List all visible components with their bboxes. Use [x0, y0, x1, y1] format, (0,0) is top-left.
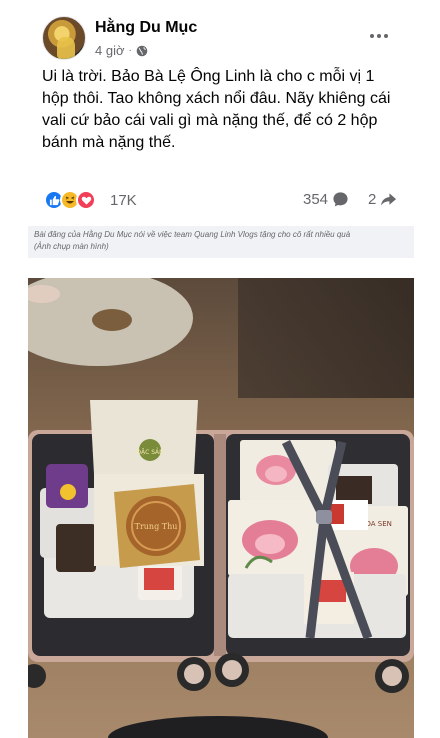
- suitcase-hinge: [214, 434, 226, 656]
- mooncake-text: Trung Thu: [135, 522, 178, 531]
- lotus-inner: [255, 534, 285, 554]
- post-header: Hằng Du Mục 4 giờ ·: [42, 16, 422, 62]
- dot-icon: [370, 34, 374, 38]
- wall-shadow: [238, 278, 414, 398]
- reaction-count[interactable]: 17K: [110, 192, 137, 209]
- comment-count: 354: [303, 191, 329, 208]
- author-avatar[interactable]: [42, 16, 86, 60]
- dot-icon: [377, 34, 381, 38]
- image-caption: Bài đăng của Hằng Du Mục nói về việc tea…: [28, 226, 414, 258]
- wheel-hub: [222, 660, 242, 680]
- lotus-inner: [265, 466, 287, 482]
- red-packet-print: [144, 568, 174, 590]
- comment-icon: [333, 192, 348, 207]
- strap-buckle: [316, 510, 332, 524]
- snack-pack-right: [336, 476, 372, 504]
- suitcase-photo: ĐẶC SẢN Trung Thu HOA SEN: [28, 278, 414, 738]
- reaction-icons[interactable]: [44, 190, 96, 210]
- comment-count-button[interactable]: 354: [303, 191, 349, 208]
- share-count: 2: [368, 191, 377, 208]
- share-count-button[interactable]: 2: [368, 191, 397, 208]
- wheel-hub: [382, 666, 402, 686]
- post-photo[interactable]: ĐẶC SẢN Trung Thu HOA SEN: [28, 278, 414, 738]
- lid-emblem-text: ĐẶC SẢN: [136, 448, 163, 456]
- caption-line-1: Bài đăng của Hằng Du Mục nói về việc tea…: [34, 230, 351, 239]
- caption-line-2: (Ảnh chụp màn hình): [34, 242, 109, 251]
- wheel-hub: [184, 664, 204, 684]
- author-name[interactable]: Hằng Du Mục: [95, 19, 197, 37]
- share-icon: [381, 193, 397, 206]
- post-time[interactable]: 4 giờ: [95, 43, 125, 58]
- reactions-bar: 17K 354 2: [44, 188, 400, 212]
- dot-icon: [384, 34, 388, 38]
- dark-snack-pack: [56, 524, 96, 572]
- more-options-button[interactable]: [364, 26, 394, 46]
- love-icon: [76, 190, 96, 210]
- rug-medallion: [92, 309, 132, 331]
- post-text: Ui là trời. Bảo Bà Lệ Ông Linh là cho c …: [42, 68, 391, 151]
- globe-icon: [136, 45, 148, 56]
- gift-box-lid: [90, 400, 198, 474]
- post-meta: 4 giờ ·: [95, 43, 148, 58]
- purple-bag-print: [60, 484, 76, 500]
- meta-separator: ·: [128, 45, 132, 56]
